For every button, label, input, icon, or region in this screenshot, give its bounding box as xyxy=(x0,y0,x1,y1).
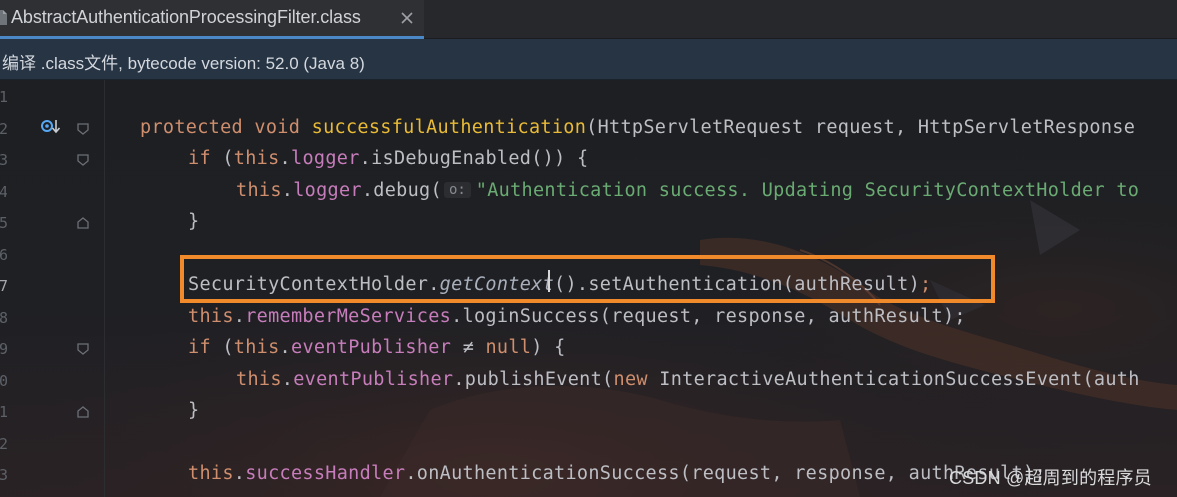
java-class-file-icon xyxy=(0,10,7,25)
decompiled-info-banner: 编译 .class文件, bytecode version: 52.0 (Jav… xyxy=(0,39,1177,80)
line-number: 1 xyxy=(0,88,7,106)
parameter-hint: o: xyxy=(443,182,471,198)
code-line-5: } xyxy=(188,211,200,232)
fold-open-icon[interactable] xyxy=(76,342,90,356)
line-number: 3 xyxy=(0,466,7,484)
watermark: CSDN @超周到的程序员 xyxy=(949,468,1152,488)
line-number-current: 7 xyxy=(0,277,7,295)
code-line-11: } xyxy=(188,400,200,421)
editor-tab[interactable]: AbstractAuthenticationProcessingFilter.c… xyxy=(0,0,424,39)
code-line-9: if (this.eventPublisher ≠ null) { xyxy=(188,337,566,358)
line-number: 9 xyxy=(0,340,7,358)
code-line-4: this.logger.debug(o: "Authentication succ… xyxy=(236,180,1140,201)
editor-tab-bar: AbstractAuthenticationProcessingFilter.c… xyxy=(0,0,1177,39)
line-number: 6 xyxy=(0,246,7,264)
line-number: 2 xyxy=(0,435,7,453)
code-line-3: if (this.logger.isDebugEnabled()) { xyxy=(188,148,589,169)
code-line-13: this.successHandler.onAuthenticationSucc… xyxy=(188,463,1046,484)
fold-open-icon[interactable] xyxy=(76,153,90,167)
line-number: 3 xyxy=(0,151,7,169)
fold-close-icon[interactable] xyxy=(76,216,90,230)
gutter-separator xyxy=(104,80,105,497)
highlight-box xyxy=(180,255,995,303)
line-number: 2 xyxy=(0,120,7,138)
line-number: 1 xyxy=(0,403,7,421)
close-icon[interactable] xyxy=(398,9,416,27)
fold-open-icon[interactable] xyxy=(76,122,90,136)
line-number: 4 xyxy=(0,183,7,201)
fold-close-icon[interactable] xyxy=(76,405,90,419)
code-line-8: this.rememberMeServices.loginSuccess(req… xyxy=(188,306,966,327)
code-line-10: this.eventPublisher.publishEvent(new Int… xyxy=(236,369,1140,390)
text-caret xyxy=(548,270,550,292)
line-number: 5 xyxy=(0,214,7,232)
override-method-icon[interactable] xyxy=(41,118,63,138)
line-number: 8 xyxy=(0,309,7,327)
banner-text: 编译 .class文件, bytecode version: 52.0 (Jav… xyxy=(2,54,365,73)
line-number: 0 xyxy=(0,372,7,390)
code-editor[interactable]: 1 2 3 4 5 6 7 8 9 0 1 2 3 protected void… xyxy=(0,80,1177,497)
ide-window: AbstractAuthenticationProcessingFilter.c… xyxy=(0,0,1177,497)
tab-title: AbstractAuthenticationProcessingFilter.c… xyxy=(11,7,361,27)
code-line-2: protected void successfulAuthentication(… xyxy=(140,117,1136,138)
